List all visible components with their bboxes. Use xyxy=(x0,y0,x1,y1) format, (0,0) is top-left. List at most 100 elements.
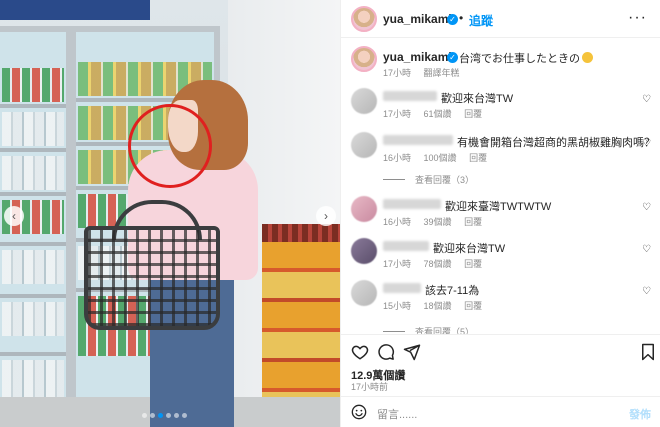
caption-text: 台湾でお仕事したときの xyxy=(459,50,593,66)
verified-icon: ✓ xyxy=(447,52,458,63)
comment-icon[interactable] xyxy=(377,343,395,361)
emoji-icon xyxy=(582,52,593,63)
shelf xyxy=(0,148,66,152)
comment-item: 有機會開箱台灣超商的黑胡椒雞胸肉嗎？ 16小時 100個讚 回覆 ♡ xyxy=(341,132,660,172)
comment-like-icon[interactable]: ♡ xyxy=(642,94,651,105)
send-icon[interactable] xyxy=(403,343,421,361)
comment-meta: 17小時 61個讚 回覆 xyxy=(383,107,492,120)
action-bar xyxy=(341,334,660,364)
translate-link[interactable]: 翻譯年糕 xyxy=(424,68,460,78)
reply-button[interactable]: 回覆 xyxy=(464,301,482,311)
header-separator: • xyxy=(459,11,464,25)
comment-time: 15小時 xyxy=(383,301,412,311)
bottle-row xyxy=(2,250,64,284)
comment-likes[interactable]: 78個讚 xyxy=(424,259,452,269)
heart-icon[interactable] xyxy=(351,343,369,361)
comment-avatar[interactable] xyxy=(351,132,377,158)
comment-item: 歡迎來台灣TW 17小時 78個讚 回覆 ♡ xyxy=(341,238,660,278)
comment-like-icon[interactable]: ♡ xyxy=(642,202,651,213)
carousel-dot[interactable] xyxy=(158,413,163,418)
reply-button[interactable]: 回覆 xyxy=(464,217,482,227)
caption-time: 17小時 xyxy=(383,68,412,78)
blurred-username xyxy=(383,283,421,293)
caption-body: 台湾でお仕事したときの xyxy=(459,53,580,65)
comment-item: 歡迎來台灣TW 17小時 61個讚 回覆 ♡ xyxy=(341,88,660,128)
carousel-dot[interactable] xyxy=(174,413,179,418)
comment-avatar[interactable] xyxy=(351,88,377,114)
author-avatar[interactable] xyxy=(351,6,377,32)
comment-like-icon[interactable]: ♡ xyxy=(642,286,651,297)
comment-likes[interactable]: 61個讚 xyxy=(424,109,452,119)
comment-meta: 16小時 100個讚 回覆 xyxy=(383,151,497,164)
blurred-username xyxy=(383,241,429,251)
verified-icon: ✓ xyxy=(447,14,458,25)
post-caption: yua_mikami ✓ 台湾でお仕事したときの 17小時 翻譯年糕 xyxy=(341,44,660,80)
shelf xyxy=(0,192,66,196)
reply-button[interactable]: 回覆 xyxy=(464,259,482,269)
comment-like-icon[interactable]: ♡ xyxy=(642,138,651,149)
shelf xyxy=(0,294,66,298)
carousel-prev-button[interactable]: ‹ xyxy=(4,206,24,226)
shelf xyxy=(0,242,66,246)
red-highlight-circle xyxy=(128,104,212,188)
caption-username[interactable]: yua_mikami xyxy=(383,50,452,64)
caption-meta: 17小時 翻譯年糕 xyxy=(383,66,460,79)
smile-icon[interactable] xyxy=(351,404,367,425)
comment-likes[interactable]: 100個讚 xyxy=(424,153,457,163)
comment-time: 17小時 xyxy=(383,259,412,269)
view-replies-button[interactable]: 查看回覆（3） xyxy=(383,173,474,186)
comment-likes[interactable]: 39個讚 xyxy=(424,217,452,227)
comment-text: 歡迎來台灣TW xyxy=(441,93,514,105)
post-media[interactable]: ‹ › xyxy=(0,0,340,427)
shelf xyxy=(0,104,66,108)
comment-time: 16小時 xyxy=(383,217,412,227)
bottle-row xyxy=(2,112,64,146)
reply-button[interactable]: 回覆 xyxy=(464,109,482,119)
bottle-row xyxy=(2,156,64,190)
caption-avatar[interactable] xyxy=(351,46,377,72)
post-time: 17小時前 xyxy=(351,382,389,392)
comment-like-icon[interactable]: ♡ xyxy=(642,244,651,255)
replies-line xyxy=(383,179,405,180)
carousel-dot[interactable] xyxy=(142,413,147,418)
carousel-dots xyxy=(142,413,187,418)
carousel-next-button[interactable]: › xyxy=(316,206,336,226)
comment-meta: 17小時 78個讚 回覆 xyxy=(383,257,492,270)
more-icon[interactable]: ··· xyxy=(628,9,647,27)
bottle-row xyxy=(2,302,64,336)
reply-button[interactable]: 回覆 xyxy=(469,153,487,163)
shelf xyxy=(0,352,66,356)
comment-avatar[interactable] xyxy=(351,280,377,306)
store-banner xyxy=(0,0,150,20)
comment-composer: 留言...... 發佈 xyxy=(341,396,660,427)
shopping-basket xyxy=(84,226,220,330)
blurred-username xyxy=(383,91,437,101)
post-header: yua_mikami ✓ • 追蹤 ··· xyxy=(341,0,660,38)
comment-avatar[interactable] xyxy=(351,196,377,222)
carousel-dot[interactable] xyxy=(182,413,187,418)
bottle-row xyxy=(2,68,64,102)
comment-time: 16小時 xyxy=(383,153,412,163)
view-replies-label: 查看回覆（3） xyxy=(415,175,475,185)
comment-text: 該去7-11為 xyxy=(425,285,480,297)
comment-avatar[interactable] xyxy=(351,238,377,264)
comment-text: 歡迎來台灣TW xyxy=(433,243,506,255)
comment-meta: 15小時 18個讚 回覆 xyxy=(383,299,492,312)
author-username[interactable]: yua_mikami xyxy=(383,12,452,26)
replies-line xyxy=(383,331,405,332)
comment-input[interactable]: 留言...... xyxy=(377,406,417,422)
comment-meta: 16小時 39個讚 回覆 xyxy=(383,215,492,228)
comment-time: 17小時 xyxy=(383,109,412,119)
carousel-dot[interactable] xyxy=(150,413,155,418)
bookmark-icon[interactable] xyxy=(639,343,657,361)
carousel-dot[interactable] xyxy=(166,413,171,418)
comment-item: 歡迎來臺灣TWTWTW 16小時 39個讚 回覆 ♡ xyxy=(341,196,660,236)
comment-likes[interactable]: 18個讚 xyxy=(424,301,452,311)
follow-button[interactable]: 追蹤 xyxy=(469,12,493,29)
comment-item: 該去7-11為 15小時 18個讚 回覆 ♡ xyxy=(341,280,660,320)
post-comment-button[interactable]: 發佈 xyxy=(629,406,651,422)
blurred-username xyxy=(383,135,453,145)
comment-text: 歡迎來臺灣TWTWTW xyxy=(445,201,552,213)
comment-text: 有機會開箱台灣超商的黑胡椒雞胸肉嗎？ xyxy=(457,137,655,149)
snack-boxes xyxy=(262,224,340,412)
